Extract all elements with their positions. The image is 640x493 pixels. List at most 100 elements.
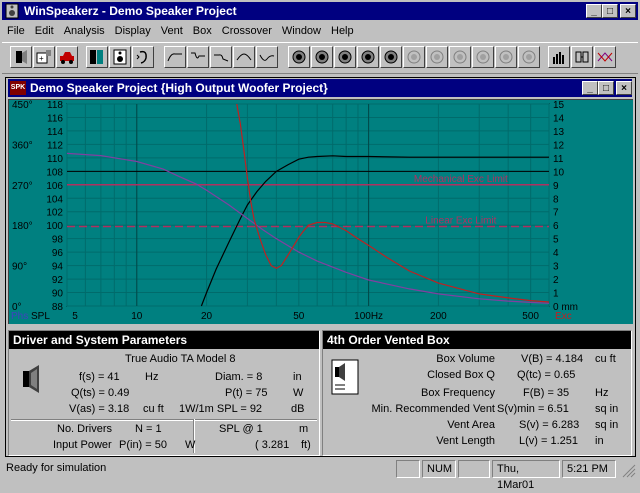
y-spl-tick-label: 100 <box>46 221 63 232</box>
vent-3-button[interactable] <box>357 46 379 68</box>
y-phase-tick-label: 90° <box>12 262 27 273</box>
x-tick-label: 500 <box>522 311 539 322</box>
y-exc-tick-label: 9 <box>553 181 559 192</box>
fs-value[interactable]: f(s) = 41 <box>79 371 120 384</box>
pt-value[interactable]: P(t) = 75 <box>225 387 268 400</box>
diam-value[interactable]: Diam. = 8 <box>215 371 262 384</box>
doc-close-button[interactable]: × <box>616 81 632 95</box>
size-grip[interactable] <box>620 462 636 478</box>
box-sealed-button[interactable]: + <box>33 46 55 68</box>
power-value[interactable]: P(in) = 50 <box>119 439 167 452</box>
preset-9-button[interactable] <box>495 46 517 68</box>
box-row-value[interactable]: V(B) = 4.184 <box>521 353 583 366</box>
y-exc-tick-label: 3 <box>553 262 559 273</box>
status-date: Thu, 1Mar01 <box>492 460 560 491</box>
response-flat-button[interactable] <box>164 46 186 68</box>
box-row-value[interactable]: L(v) = 1.251 <box>519 435 578 448</box>
spl-at-alt: ( 3.281 <box>255 439 290 451</box>
box-row-value[interactable]: F(B) = 35 <box>523 387 569 400</box>
drivers-value[interactable]: N = 1 <box>135 423 162 436</box>
network-button[interactable] <box>571 46 593 68</box>
car-button[interactable] <box>56 46 78 68</box>
menu-analysis[interactable]: Analysis <box>59 22 110 40</box>
driver-front-button[interactable] <box>109 46 131 68</box>
preset-6-button[interactable] <box>426 46 448 68</box>
y-exc-tick-label: 1 <box>553 289 559 300</box>
y-phase-tick-label: 180° <box>12 221 33 232</box>
speaker-enclosure-button[interactable] <box>86 46 108 68</box>
ear-response-button[interactable] <box>132 46 154 68</box>
x-axis-phase-label: Phs <box>11 311 28 322</box>
response-wide-button[interactable] <box>256 46 278 68</box>
y-spl-tick-label: 90 <box>52 289 64 300</box>
x-tick-label: 20 <box>201 311 213 322</box>
menu-edit[interactable]: Edit <box>30 22 59 40</box>
doc-minimize-button[interactable]: _ <box>582 81 598 95</box>
response-chart[interactable]: 118 116 114 112 110 108 106 104 102 100 98 96 94 92 90… <box>8 99 633 324</box>
y-spl-tick-label: 110 <box>47 154 63 165</box>
status-time: 5:21 PM <box>562 460 616 478</box>
preset-8-button[interactable] <box>472 46 494 68</box>
box-row-label: Vent Length <box>436 435 495 447</box>
vas-value[interactable]: V(as) = 3.18 <box>69 403 129 416</box>
driver-panel: Driver and System Parameters True Audio … <box>8 330 320 456</box>
preset-5-button[interactable] <box>403 46 425 68</box>
menu-display[interactable]: Display <box>110 22 156 40</box>
box-row-unit: in <box>595 435 604 447</box>
document-title: Demo Speaker Project {High Output Woofer… <box>30 81 328 95</box>
qts-value[interactable]: Q(ts) = 0.49 <box>71 387 129 400</box>
menu-help[interactable]: Help <box>326 22 359 40</box>
speaker-icon <box>19 365 47 393</box>
vent-2-button[interactable] <box>334 46 356 68</box>
close-button[interactable]: × <box>620 4 636 18</box>
y-spl-tick-label: 102 <box>46 208 63 219</box>
box-row-value[interactable]: S(v) = 6.283 <box>519 419 579 432</box>
response-dip-button[interactable] <box>187 46 209 68</box>
driver-button[interactable] <box>10 46 32 68</box>
doc-maximize-button[interactable]: □ <box>598 81 614 95</box>
response-notch-button[interactable] <box>233 46 255 68</box>
y-spl-tick-label: 116 <box>47 113 63 124</box>
y-exc-tick-label: 15 <box>553 100 565 111</box>
vent-1-button[interactable] <box>311 46 333 68</box>
menu-vent[interactable]: Vent <box>156 22 188 40</box>
preset-10-button[interactable] <box>518 46 540 68</box>
x-tick-label: 5 <box>72 311 78 322</box>
maximize-button[interactable]: □ <box>602 4 618 18</box>
y-spl-tick-label: 106 <box>46 181 63 192</box>
spl-at-alt-unit: ft) <box>301 439 311 451</box>
menu-file[interactable]: File <box>2 22 30 40</box>
response-peak-button[interactable] <box>210 46 232 68</box>
app-title-bar[interactable]: WinSpeakerz - Demo Speaker Project _ □ × <box>2 2 638 20</box>
box-row-unit: Hz <box>595 387 609 399</box>
spl-value[interactable]: 1W/1m SPL = 92 <box>179 403 262 416</box>
menu-crossover[interactable]: Crossover <box>217 22 277 40</box>
bargraph-button[interactable] <box>548 46 570 68</box>
fs-unit: Hz <box>145 371 159 383</box>
x-axis-spl-label: SPL <box>31 311 50 322</box>
y-exc-tick-label: 8 <box>553 194 559 205</box>
document-icon[interactable]: SPK <box>10 81 26 95</box>
y-spl-tick-label: 98 <box>52 235 64 246</box>
preset-7-button[interactable] <box>449 46 471 68</box>
y-exc-tick-label: 11 <box>553 154 564 165</box>
box-panel: 4th Order Vented Box Box Volume V(B) = 4… <box>322 330 632 456</box>
minimize-button[interactable]: _ <box>586 4 602 18</box>
vent-w-button[interactable] <box>288 46 310 68</box>
menu-window[interactable]: Window <box>277 22 326 40</box>
driver-model[interactable]: True Audio TA Model 8 <box>125 353 235 366</box>
status-scroll <box>458 460 490 478</box>
spl-at-label[interactable]: SPL @ 1 <box>219 423 263 436</box>
document-title-bar[interactable]: SPK Demo Speaker Project {High Output Wo… <box>8 79 632 97</box>
driver-panel-title: Driver and System Parameters <box>9 331 319 349</box>
y-spl-tick-label: 118 <box>47 100 63 111</box>
vent-4-button[interactable] <box>380 46 402 68</box>
app-icon[interactable] <box>4 3 20 19</box>
x-tick-label: 200 <box>430 311 447 322</box>
pt-unit: W <box>293 387 304 399</box>
box-panel-title: 4th Order Vented Box <box>323 331 631 349</box>
box-row-value[interactable]: Q(tc) = 0.65 <box>517 369 575 382</box>
menu-box[interactable]: Box <box>188 22 217 40</box>
box-row-value[interactable]: S(v)min = 6.51 <box>497 403 569 416</box>
crossover-button[interactable] <box>594 46 616 68</box>
